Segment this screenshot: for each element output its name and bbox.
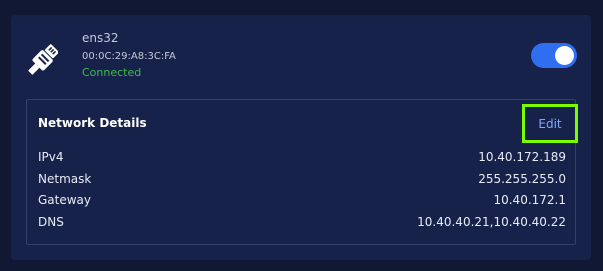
connection-status: Connected: [82, 66, 142, 79]
edit-button[interactable]: Edit: [522, 104, 578, 143]
network-details-panel: Network Details Edit IPv4 10.40.172.189 …: [26, 99, 578, 245]
detail-row-ipv4: IPv4 10.40.172.189: [38, 149, 566, 165]
interface-enable-toggle[interactable]: [531, 43, 577, 68]
detail-value: 255.255.255.0: [478, 172, 566, 186]
toggle-knob: [555, 46, 574, 65]
detail-row-gateway: Gateway 10.40.172.1: [38, 192, 566, 208]
interface-name: ens32: [82, 31, 119, 45]
detail-label: Gateway: [38, 193, 92, 207]
network-details-title: Network Details: [38, 116, 147, 130]
detail-value: 10.40.172.1: [493, 193, 566, 207]
ethernet-plug-icon: [28, 44, 58, 75]
detail-label: DNS: [38, 215, 64, 229]
detail-label: Netmask: [38, 172, 92, 186]
mac-address: 00:0C:29:A8:3C:FA: [82, 51, 176, 62]
detail-row-netmask: Netmask 255.255.255.0: [38, 171, 566, 187]
detail-value: 10.40.172.189: [478, 150, 566, 164]
detail-row-dns: DNS 10.40.40.21,10.40.40.22: [38, 214, 566, 230]
detail-value: 10.40.40.21,10.40.40.22: [417, 215, 566, 229]
detail-label: IPv4: [38, 150, 64, 164]
